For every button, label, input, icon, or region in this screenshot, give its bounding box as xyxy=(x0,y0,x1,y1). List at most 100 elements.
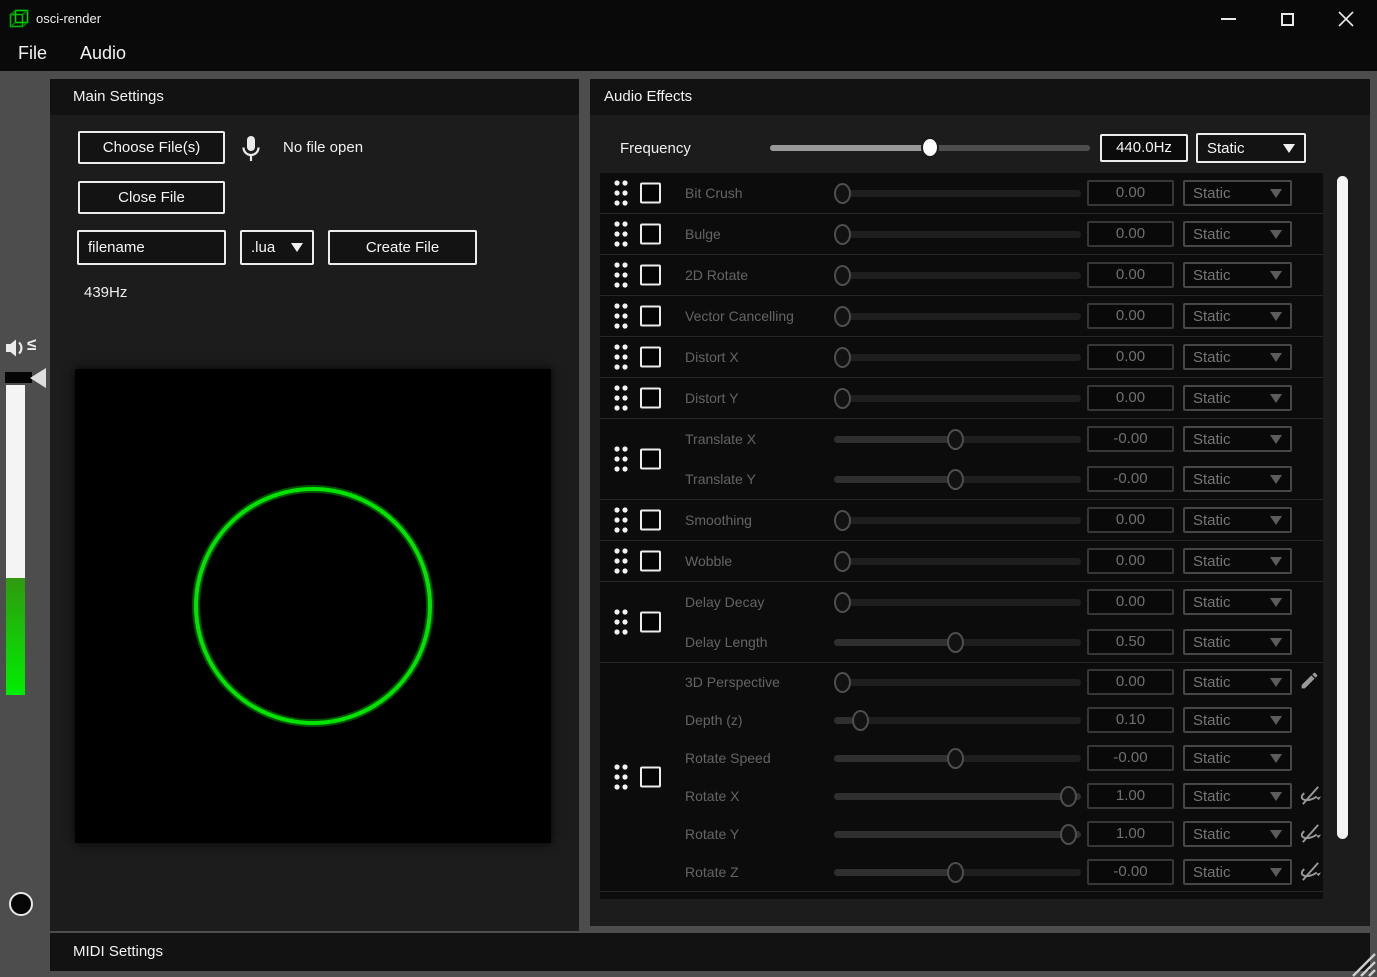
depth-z-mode-dropdown[interactable]: Static xyxy=(1183,707,1292,733)
choose-files-button[interactable]: Choose File(s) xyxy=(78,131,225,164)
distort-y-drag-handle-icon[interactable] xyxy=(613,384,629,412)
wobble-slider-thumb[interactable] xyxy=(834,551,851,572)
2d-rotate-slider[interactable] xyxy=(834,272,1082,279)
menu-file[interactable]: File xyxy=(18,43,47,64)
translate-y-mode-dropdown[interactable]: Static xyxy=(1183,466,1292,492)
distort-x-value-box[interactable]: 0.00 xyxy=(1087,344,1174,370)
trace-max-drag-handle-icon[interactable] xyxy=(613,898,629,899)
menu-audio[interactable]: Audio xyxy=(80,43,126,64)
distort-x-mode-dropdown[interactable]: Static xyxy=(1183,344,1292,370)
bit-crush-slider-thumb[interactable] xyxy=(834,183,851,204)
close-file-button[interactable]: Close File xyxy=(78,181,225,214)
bulge-enable-checkbox[interactable] xyxy=(640,224,661,245)
delay-length-value-box[interactable]: 0.50 xyxy=(1087,629,1174,655)
delay-decay-mode-dropdown[interactable]: Static xyxy=(1183,589,1292,615)
bit-crush-enable-checkbox[interactable] xyxy=(640,183,661,204)
translate-x-value-box[interactable]: -0.00 xyxy=(1087,426,1174,452)
3d-perspective-slider-thumb[interactable] xyxy=(834,672,851,693)
resize-grip[interactable] xyxy=(1350,951,1376,977)
midi-settings-bar[interactable]: MIDI Settings xyxy=(50,933,1370,971)
wobble-mode-dropdown[interactable]: Static xyxy=(1183,548,1292,574)
distort-y-slider-thumb[interactable] xyxy=(834,388,851,409)
translate-y-slider-thumb[interactable] xyxy=(947,469,964,490)
microphone-icon[interactable] xyxy=(240,134,262,166)
maximize-button[interactable] xyxy=(1264,0,1310,38)
frequency-slider[interactable] xyxy=(770,145,1090,151)
bit-crush-slider[interactable] xyxy=(834,190,1082,197)
depth-z-value-box[interactable]: 0.10 xyxy=(1087,707,1174,733)
bit-crush-value-box[interactable]: 0.00 xyxy=(1087,180,1174,206)
rotate-x-slider[interactable] xyxy=(834,793,1082,800)
rotate-z-slider-thumb[interactable] xyxy=(947,862,964,883)
distort-y-mode-dropdown[interactable]: Static xyxy=(1183,385,1292,411)
delay-decay-slider-thumb[interactable] xyxy=(834,592,851,613)
distort-x-slider[interactable] xyxy=(834,354,1082,361)
rotate-axis-icon[interactable] xyxy=(1299,784,1323,808)
threshold-arrow-handle[interactable] xyxy=(30,368,46,388)
bit-crush-drag-handle-icon[interactable] xyxy=(613,179,629,207)
perspective-drag-handle-icon[interactable] xyxy=(613,763,629,791)
3d-perspective-value-box[interactable]: 0.00 xyxy=(1087,669,1174,695)
translate-x-slider-thumb[interactable] xyxy=(947,429,964,450)
rotate-z-mode-dropdown[interactable]: Static xyxy=(1183,859,1292,885)
smoothing-value-box[interactable]: 0.00 xyxy=(1087,507,1174,533)
rotate-z-slider[interactable] xyxy=(834,869,1082,876)
smoothing-enable-checkbox[interactable] xyxy=(640,510,661,531)
rotate-speed-value-box[interactable]: -0.00 xyxy=(1087,745,1174,771)
create-file-button[interactable]: Create File xyxy=(328,230,477,265)
distort-y-slider[interactable] xyxy=(834,395,1082,402)
wobble-value-box[interactable]: 0.00 xyxy=(1087,548,1174,574)
translate-x-slider[interactable] xyxy=(834,436,1082,443)
bit-crush-mode-dropdown[interactable]: Static xyxy=(1183,180,1292,206)
smoothing-mode-dropdown[interactable]: Static xyxy=(1183,507,1292,533)
rotate-speed-slider-thumb[interactable] xyxy=(947,748,964,769)
rotate-x-slider-thumb[interactable] xyxy=(1060,786,1077,807)
vector-cancelling-mode-dropdown[interactable]: Static xyxy=(1183,303,1292,329)
wobble-enable-checkbox[interactable] xyxy=(640,551,661,572)
2d-rotate-enable-checkbox[interactable] xyxy=(640,265,661,286)
frequency-slider-thumb[interactable] xyxy=(921,137,939,158)
filename-input[interactable] xyxy=(77,230,226,265)
delay-decay-slider[interactable] xyxy=(834,599,1082,606)
rotate-axis-icon[interactable] xyxy=(1299,822,1323,846)
volume-slider[interactable] xyxy=(6,385,25,695)
edit-perspective-icon[interactable] xyxy=(1299,670,1323,694)
translate-x-mode-dropdown[interactable]: Static xyxy=(1183,426,1292,452)
delay-decay-value-box[interactable]: 0.00 xyxy=(1087,589,1174,615)
2d-rotate-value-box[interactable]: 0.00 xyxy=(1087,262,1174,288)
volume-slider-thumb[interactable] xyxy=(9,892,33,916)
delay-length-slider-thumb[interactable] xyxy=(947,632,964,653)
translate-y-slider[interactable] xyxy=(834,476,1082,483)
rotate-speed-mode-dropdown[interactable]: Static xyxy=(1183,745,1292,771)
wobble-slider[interactable] xyxy=(834,558,1082,565)
delay-enable-checkbox[interactable] xyxy=(640,612,661,633)
vector-cancelling-slider-thumb[interactable] xyxy=(834,306,851,327)
distort-y-value-box[interactable]: 0.00 xyxy=(1087,385,1174,411)
wobble-drag-handle-icon[interactable] xyxy=(613,547,629,575)
3d-perspective-slider[interactable] xyxy=(834,679,1082,686)
depth-z-slider-thumb[interactable] xyxy=(852,710,869,731)
smoothing-slider[interactable] xyxy=(834,517,1082,524)
vector-cancelling-slider[interactable] xyxy=(834,313,1082,320)
rotate-y-slider[interactable] xyxy=(834,831,1082,838)
distort-y-enable-checkbox[interactable] xyxy=(640,388,661,409)
bulge-value-box[interactable]: 0.00 xyxy=(1087,221,1174,247)
file-extension-dropdown[interactable]: .lua xyxy=(240,230,314,265)
vector-cancelling-value-box[interactable]: 0.00 xyxy=(1087,303,1174,329)
rotate-x-value-box[interactable]: 1.00 xyxy=(1087,783,1174,809)
rotate-axis-icon[interactable] xyxy=(1299,860,1323,884)
vector-cancelling-enable-checkbox[interactable] xyxy=(640,306,661,327)
distort-x-enable-checkbox[interactable] xyxy=(640,347,661,368)
delay-length-slider[interactable] xyxy=(834,639,1082,646)
bulge-mode-dropdown[interactable]: Static xyxy=(1183,221,1292,247)
minimize-button[interactable] xyxy=(1205,0,1251,38)
rotate-y-mode-dropdown[interactable]: Static xyxy=(1183,821,1292,847)
smoothing-slider-thumb[interactable] xyxy=(834,510,851,531)
translate-y-value-box[interactable]: -0.00 xyxy=(1087,466,1174,492)
perspective-enable-checkbox[interactable] xyxy=(640,767,661,788)
frequency-value-box[interactable]: 440.0Hz xyxy=(1100,134,1188,162)
delay-drag-handle-icon[interactable] xyxy=(613,608,629,636)
translate-enable-checkbox[interactable] xyxy=(640,449,661,470)
3d-perspective-mode-dropdown[interactable]: Static xyxy=(1183,669,1292,695)
depth-z-slider[interactable] xyxy=(834,717,1082,724)
